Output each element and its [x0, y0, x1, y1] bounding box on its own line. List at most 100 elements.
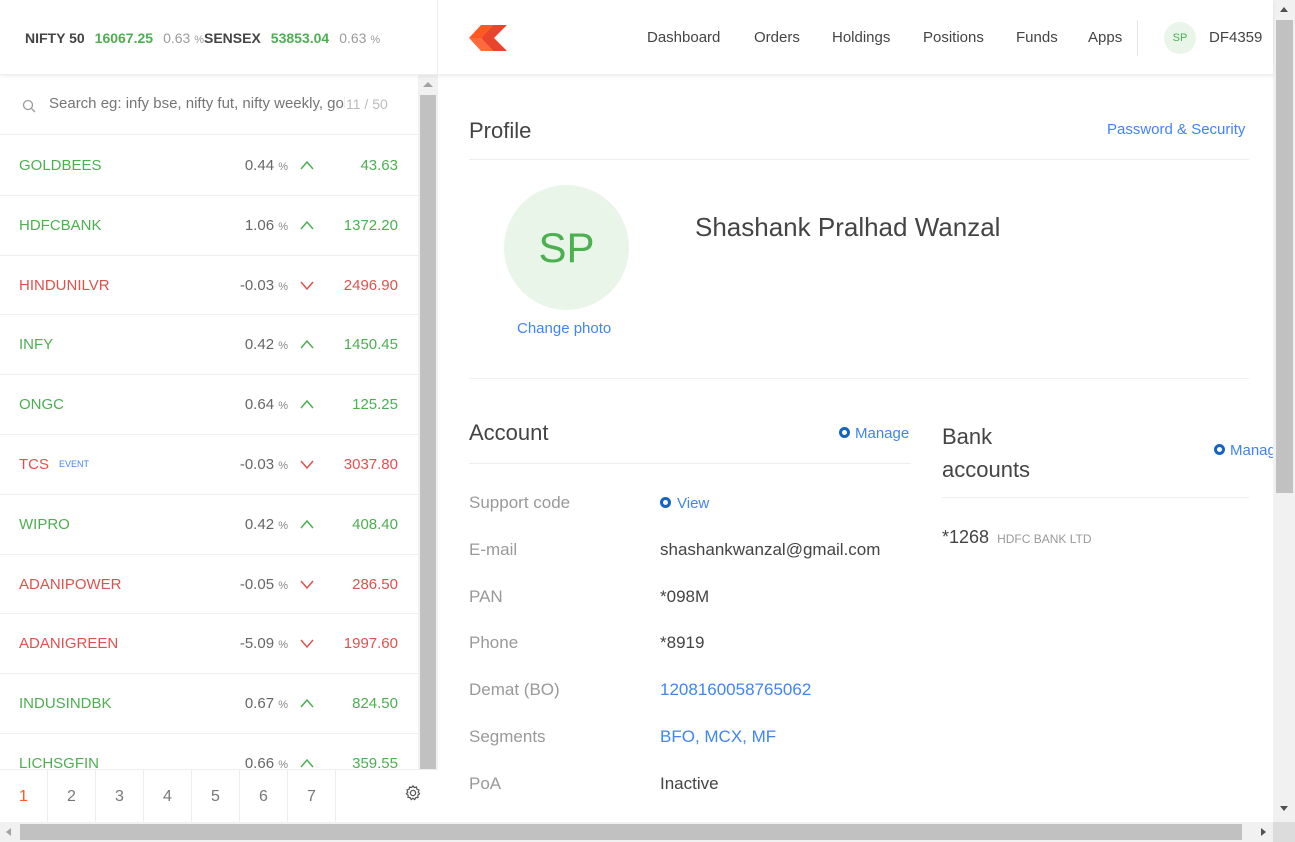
watchlist-ltp: 286.50 [352, 575, 398, 593]
watchlist-ltp: 43.63 [360, 157, 398, 174]
watchlist-row[interactable]: ADANIGREEN -5.09 % 1997.60 [0, 614, 418, 675]
user-avatar[interactable]: SP [1164, 22, 1196, 54]
watchlist-ltp: 824.50 [352, 695, 398, 713]
gear-icon[interactable] [404, 784, 422, 802]
chevron-up-icon [300, 400, 314, 409]
chevron-up-icon [300, 758, 314, 768]
top-bar: NIFTY 50 16067.25 0.63 % SENSEX 53853.04… [0, 0, 1273, 75]
field-value: *8919 [660, 633, 705, 652]
watchlist-row[interactable]: TCS EVENT -0.03 % 3037.80 [0, 435, 418, 495]
circle-icon [660, 497, 671, 508]
watchlist-row[interactable]: INDUSINDBK 0.67 % 824.50 [0, 674, 418, 734]
nav-dashboard[interactable]: Dashboard [647, 29, 720, 46]
divider [469, 159, 1249, 160]
watchlist-ltp: 1997.60 [343, 635, 398, 653]
scroll-right-arrow-icon[interactable] [1261, 828, 1266, 836]
scroll-up-arrow-icon[interactable] [1280, 7, 1288, 12]
watchlist-symbol: ADANIGREEN [19, 635, 119, 653]
watchlist-symbol: ADANIPOWER [19, 575, 122, 593]
profile-page: Profile Password & Security SP Change ph… [439, 76, 1273, 822]
watchlist-ltp: 359.55 [352, 754, 398, 769]
watchlist-page-4[interactable]: 4 [144, 770, 192, 823]
watchlist-symbol: INDUSINDBK [19, 695, 112, 713]
field-value[interactable]: 1208160058765062 [660, 680, 811, 700]
index-name[interactable]: SENSEX [204, 30, 261, 46]
scroll-left-arrow-icon[interactable] [6, 828, 11, 836]
watchlist-symbol: INFY [19, 336, 54, 354]
field-label: E-mail [469, 540, 518, 559]
scroll-up-arrow-icon[interactable] [423, 82, 433, 87]
watchlist-page-3[interactable]: 3 [96, 770, 144, 823]
field-value[interactable]: View [660, 495, 709, 512]
watchlist-ltp: 1372.20 [343, 216, 398, 234]
bank-manage-link[interactable]: Manage [1214, 442, 1273, 459]
nav-positions[interactable]: Positions [923, 29, 984, 46]
watchlist-page-2[interactable]: 2 [48, 770, 96, 823]
watchlist-ltp: 408.40 [352, 515, 398, 533]
divider [942, 497, 1249, 498]
nav-holdings[interactable]: Holdings [832, 29, 890, 46]
event-badge: EVENT [59, 458, 90, 469]
nav-apps[interactable]: Apps [1088, 29, 1122, 46]
divider [469, 378, 1249, 379]
watchlist-change: 0.42 % [244, 515, 288, 533]
kite-logo[interactable] [469, 25, 507, 51]
scrollbar-thumb[interactable] [1276, 20, 1293, 493]
watchlist-change: 0.64 % [244, 396, 288, 414]
index-value: 53853.04 [270, 29, 330, 46]
scrollbar-thumb[interactable] [20, 824, 1242, 840]
watchlist-change: 0.67 % [244, 695, 288, 713]
horizontal-scrollbar[interactable] [0, 822, 1273, 842]
field-value[interactable]: BFO, MCX, MF [660, 727, 776, 747]
field-label: Phone [469, 633, 519, 652]
search-input[interactable] [49, 95, 345, 112]
nav-funds[interactable]: Funds [1016, 29, 1058, 46]
watchlist-symbol: GOLDBEES [19, 157, 102, 174]
watchlist-change: 1.06 % [244, 216, 288, 234]
watchlist-row[interactable]: GOLDBEES 0.44 % 43.63 [0, 136, 418, 196]
field-label: Support code [469, 493, 571, 512]
watchlist-row[interactable]: HINDUNILVR -0.03 % 2496.90 [0, 256, 418, 316]
scrollbar-thumb[interactable] [420, 95, 436, 769]
chevron-down-icon [300, 580, 314, 589]
watchlist-symbol: HINDUNILVR [19, 276, 110, 294]
user-id[interactable]: DF4359 [1209, 29, 1262, 46]
watchlist-change: 0.66 % [244, 754, 288, 769]
watchlist-symbol: ONGC [19, 396, 64, 414]
watchlist-page-6[interactable]: 6 [240, 770, 288, 823]
watchlist-change: 0.42 % [244, 336, 288, 354]
user-full-name: Shashank Pralhad Wanzal [695, 212, 1001, 242]
page-scrollbar[interactable] [1273, 0, 1295, 822]
watchlist-row[interactable]: INFY 0.42 % 1450.45 [0, 315, 418, 376]
watchlist-change: -0.05 % [239, 575, 288, 593]
change-photo-link[interactable]: Change photo [517, 320, 611, 337]
password-security-link[interactable]: Password & Security [1107, 121, 1245, 138]
nav-orders[interactable]: Orders [754, 29, 800, 46]
index-value: 16067.25 [94, 29, 154, 46]
watchlist-row[interactable]: WIPRO 0.42 % 408.40 [0, 495, 418, 555]
watchlist-row[interactable]: HDFCBANK 1.06 % 1372.20 [0, 196, 418, 256]
field-label: Segments [469, 727, 546, 746]
scroll-down-arrow-icon[interactable] [1280, 806, 1288, 811]
chevron-up-icon [300, 160, 314, 170]
chevron-down-icon [300, 460, 314, 470]
watchlist-page-1[interactable]: 1 [0, 770, 48, 823]
watchlist-row[interactable]: ADANIPOWER -0.05 % 286.50 [0, 555, 418, 615]
account-manage-link[interactable]: Manage [839, 425, 909, 442]
profile-avatar: SP [504, 185, 629, 310]
watchlist-row[interactable]: ONGC 0.64 % 125.25 [0, 375, 418, 435]
index-name[interactable]: NIFTY 50 [25, 30, 85, 46]
watchlist-page-7[interactable]: 7 [288, 770, 336, 823]
watchlist-change: -0.03 % [239, 455, 288, 473]
watchlist-symbol: HDFCBANK [19, 216, 102, 234]
watchlist-ltp: 3037.80 [343, 455, 398, 473]
watchlist-scrollbar[interactable] [418, 75, 438, 769]
watchlist-symbol: WIPRO [19, 515, 70, 533]
watchlist-change: 0.44 % [244, 157, 288, 174]
watchlist-row[interactable]: LICHSGFIN 0.66 % 359.55 [0, 734, 418, 769]
watchlist-pager: 1234567 [0, 769, 438, 823]
watchlist-page-5[interactable]: 5 [192, 770, 240, 823]
market-indices: NIFTY 50 16067.25 0.63 % SENSEX 53853.04… [0, 0, 438, 75]
scrollbar-corner [1273, 822, 1295, 842]
page-title: Profile [469, 118, 532, 143]
